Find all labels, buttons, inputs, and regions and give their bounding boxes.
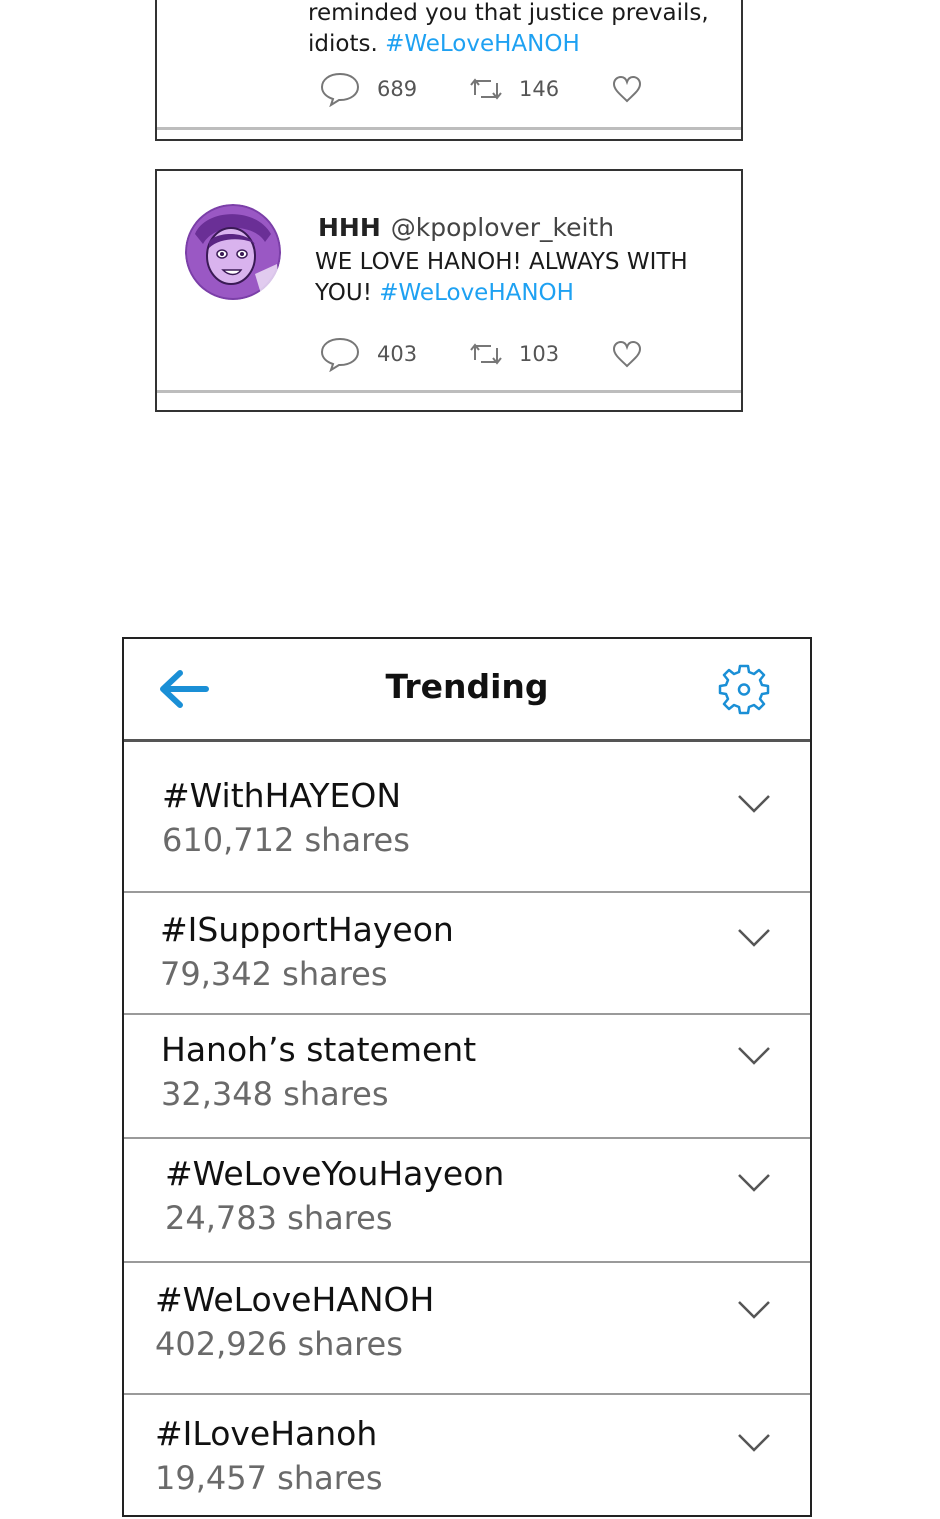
trend-share-count: 19,457 shares: [155, 1459, 383, 1497]
reply-count: 689: [377, 77, 418, 101]
tweet-card-2: HHH @kpoplover_keith WE LOVE HANOH! ALWAY…: [155, 169, 743, 412]
card-divider: [157, 127, 741, 130]
author-line: HHH @kpoplover_keith: [318, 213, 614, 243]
trend-name: #WeLoveYouHayeon: [165, 1154, 505, 1193]
retweet-count: 146: [519, 77, 560, 101]
retweet-count: 103: [519, 342, 560, 366]
chevron-down-icon[interactable]: [736, 1298, 772, 1322]
tweet-text-line1: WE LOVE HANOH! ALWAYS WITH: [315, 249, 688, 275]
trend-row[interactable]: #ILoveHanoh 19,457 shares: [124, 1395, 810, 1519]
trend-name: Hanoh’s statement: [161, 1030, 477, 1069]
author-handle[interactable]: @kpoplover_keith: [391, 213, 614, 242]
tweet-text: reminded you that justice prevails, idio…: [308, 0, 709, 60]
trending-panel: Trending #WithHAYEON 610,712 shares #ISu…: [122, 637, 812, 1517]
trend-share-count: 32,348 shares: [161, 1075, 389, 1113]
trend-row[interactable]: #ISupportHayeon 79,342 shares: [124, 893, 810, 1015]
author-name[interactable]: HHH: [318, 213, 381, 242]
tweet-text-line2: idiots.: [308, 31, 386, 57]
settings-button[interactable]: [718, 663, 770, 715]
speech-bubble-icon: [319, 71, 361, 107]
trend-share-count: 79,342 shares: [160, 955, 388, 993]
retweet-button[interactable]: 103: [469, 337, 559, 371]
trending-header: Trending: [124, 639, 810, 742]
hashtag-link[interactable]: #WeLoveHANOH: [385, 31, 580, 57]
trend-row[interactable]: #WeLoveYouHayeon 24,783 shares: [124, 1139, 810, 1263]
avatar[interactable]: [185, 204, 281, 300]
like-button[interactable]: [611, 72, 643, 106]
trend-name: #ISupportHayeon: [160, 910, 454, 949]
tweet-text: WE LOVE HANOH! ALWAYS WITH YOU! #WeLoveH…: [315, 247, 688, 309]
hashtag-link[interactable]: #WeLoveHANOH: [379, 280, 574, 306]
heart-icon: [611, 339, 643, 369]
trend-row[interactable]: Hanoh’s statement 32,348 shares: [124, 1015, 810, 1139]
chevron-down-icon[interactable]: [736, 1171, 772, 1195]
chevron-down-icon[interactable]: [736, 792, 772, 816]
trend-share-count: 402,926 shares: [155, 1325, 403, 1363]
tweet-actions: 689 146: [319, 71, 659, 107]
tweet-text-line2: YOU!: [315, 280, 380, 306]
tweet-actions: 403 103: [319, 336, 659, 372]
heart-icon: [611, 74, 643, 104]
chevron-down-icon[interactable]: [736, 926, 772, 950]
tweet-card-1: reminded you that justice prevails, idio…: [155, 0, 743, 141]
trend-name: #ILoveHanoh: [155, 1414, 378, 1453]
trend-share-count: 24,783 shares: [165, 1199, 393, 1237]
trend-row[interactable]: #WithHAYEON 610,712 shares: [124, 742, 810, 893]
like-button[interactable]: [611, 337, 643, 371]
trend-row[interactable]: #WeLoveHANOH 402,926 shares: [124, 1263, 810, 1395]
chevron-down-icon[interactable]: [736, 1431, 772, 1455]
trend-share-count: 610,712 shares: [162, 821, 410, 859]
card-divider: [157, 390, 741, 393]
trend-name: #WeLoveHANOH: [155, 1280, 435, 1319]
reply-button[interactable]: 689: [319, 71, 418, 107]
reply-count: 403: [377, 342, 418, 366]
chevron-down-icon[interactable]: [736, 1044, 772, 1068]
retweet-button[interactable]: 146: [469, 72, 559, 106]
reply-button[interactable]: 403: [319, 336, 418, 372]
retweet-icon: [469, 75, 503, 103]
gear-icon: [718, 664, 770, 719]
tweet-text-line1: reminded you that justice prevails,: [308, 0, 709, 26]
page-title: Trending: [385, 667, 549, 706]
trend-name: #WithHAYEON: [162, 776, 402, 815]
speech-bubble-icon: [319, 336, 361, 372]
retweet-icon: [469, 340, 503, 368]
